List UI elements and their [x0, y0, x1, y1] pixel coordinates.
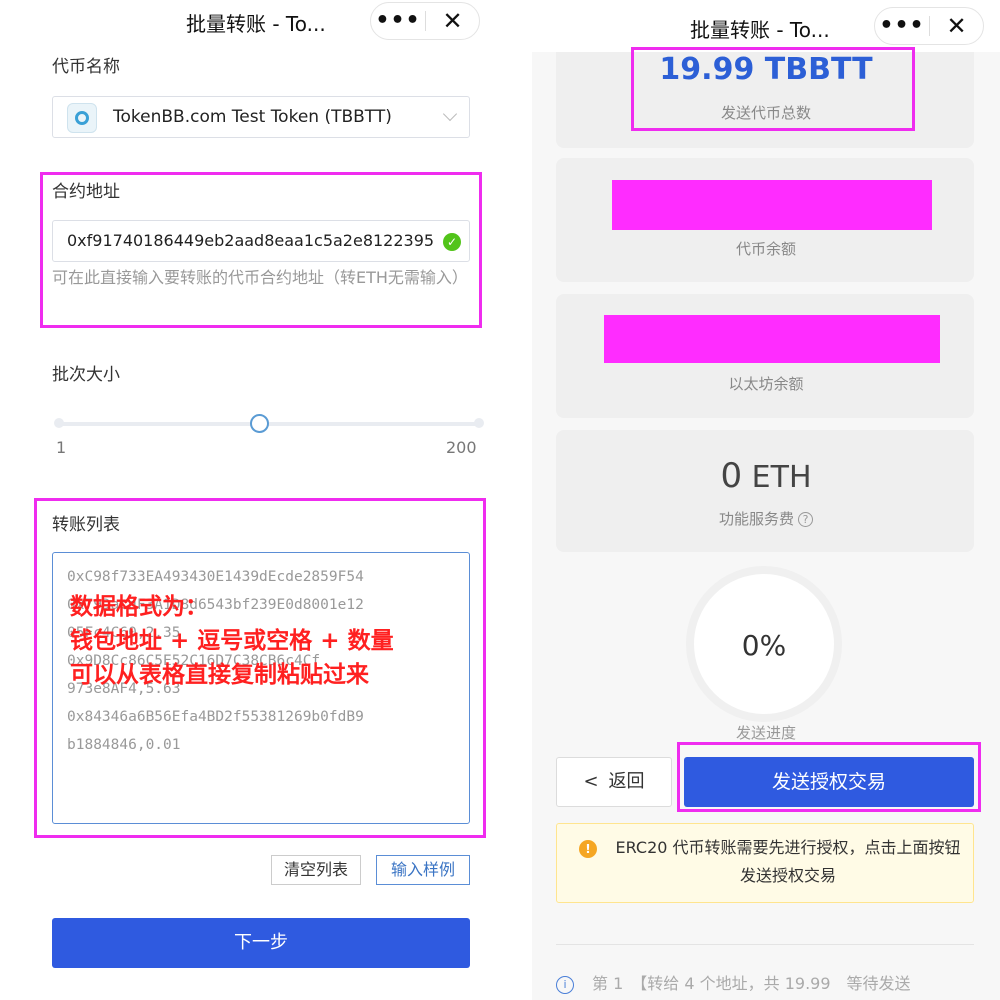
mini-program-capsule: ••• ✕	[370, 2, 480, 40]
token-select[interactable]: TokenBB.com Test Token (TBBTT)	[52, 96, 470, 138]
more-icon[interactable]: •••	[875, 15, 929, 37]
contract-address-input[interactable]: 0xf91740186449eb2aad8eaa1c5a2e8122395 ✓	[52, 220, 470, 262]
token-logo-icon	[67, 103, 97, 133]
warning-alert: ! ERC20 代币转账需要先进行授权，点击上面按钮发送授权交易	[556, 823, 974, 903]
slider-min-label: 1	[56, 438, 67, 457]
back-button[interactable]: < 返回	[556, 757, 672, 807]
eth-balance-label: 以太坊余额	[728, 375, 804, 393]
annotation-line: 数据格式为：	[70, 594, 208, 620]
more-icon[interactable]: •••	[371, 10, 425, 32]
back-button-label: 返回	[608, 771, 645, 792]
redacted-eth-balance	[604, 315, 940, 363]
service-fee-label-row: 功能服务费?	[532, 508, 1000, 529]
transfer-line: 0x84346a6B56Efa4BD2f55381269b0fdB9	[67, 709, 364, 725]
contract-hint: 可在此直接输入要转账的代币合约地址（转ETH无需输入）	[52, 268, 468, 287]
screenshot-root: 批量转账 - To... ••• ✕ 代币名称 TokenBB.com Test…	[0, 0, 1000, 1000]
chevron-left-icon: <	[583, 771, 599, 792]
slider-max-dot	[474, 418, 484, 428]
close-icon[interactable]: ✕	[426, 7, 479, 35]
format-annotation: 数据格式为： 钱包地址 + 逗号或空格 + 数量 可以从表格直接复制粘贴过来	[70, 590, 394, 692]
mini-program-capsule: ••• ✕	[874, 7, 984, 45]
batch-size-slider-handle[interactable]	[250, 414, 269, 433]
progress-ring: 0%	[686, 566, 842, 722]
batch-size-label: 批次大小	[52, 365, 120, 385]
chevron-down-icon	[442, 106, 458, 122]
page-title: 批量转账 - To...	[186, 12, 326, 36]
right-panel: 批量转账 - To... ••• ✕ 19.99 TBBTT 发送代币总数 代币…	[532, 0, 1000, 1000]
progress-label: 发送进度	[735, 724, 796, 742]
input-sample-button[interactable]: 输入样例	[376, 855, 470, 885]
transfer-line: b1884846,0.01	[67, 737, 181, 753]
send-approve-button[interactable]: 发送授权交易	[684, 757, 974, 807]
contract-address-value: 0xf91740186449eb2aad8eaa1c5a2e8122395	[67, 231, 435, 250]
annotation-line: 可以从表格直接复制粘贴过来	[70, 662, 369, 688]
info-icon: i	[556, 976, 574, 994]
annotation-line: 钱包地址 + 逗号或空格 + 数量	[70, 628, 394, 654]
transfer-list-label: 转账列表	[52, 515, 120, 535]
question-icon[interactable]: ?	[798, 512, 813, 527]
slider-min-dot	[54, 418, 64, 428]
batch-status-row: i 第 1 【转给 4 个地址，共 19.99 等待发送	[556, 970, 996, 994]
token-select-value: TokenBB.com Test Token (TBBTT)	[113, 107, 392, 127]
progress-value: 0%	[741, 629, 787, 662]
total-amount-label: 发送代币总数	[720, 104, 811, 122]
next-step-button[interactable]: 下一步	[52, 918, 470, 968]
service-fee-value: 0 ETH	[532, 456, 1000, 496]
slider-max-label: 200	[446, 438, 477, 457]
redacted-token-balance	[612, 180, 932, 230]
token-name-label: 代币名称	[52, 57, 120, 77]
batch-status-text: 第 1 【转给 4 个地址，共 19.99 等待发送	[592, 974, 911, 993]
warning-text: ERC20 代币转账需要先进行授权，点击上面按钮发送授权交易	[615, 838, 961, 885]
transfer-line: 0xC98f733EA493430E1439dEcde2859F54	[67, 569, 364, 585]
divider	[556, 944, 974, 945]
service-fee-number: 0	[720, 456, 743, 496]
right-navbar: 批量转账 - To... ••• ✕	[532, 0, 1000, 52]
close-icon[interactable]: ✕	[930, 12, 983, 40]
token-balance-label: 代币余额	[735, 240, 796, 258]
service-fee-label: 功能服务费	[718, 510, 794, 528]
warning-icon: !	[579, 840, 597, 858]
clear-list-button[interactable]: 清空列表	[271, 855, 361, 885]
total-amount-value: 19.99 TBBTT	[659, 52, 873, 87]
left-panel: 批量转账 - To... ••• ✕ 代币名称 TokenBB.com Test…	[26, 0, 496, 1000]
service-fee-unit: ETH	[751, 460, 812, 495]
contract-label: 合约地址	[52, 182, 120, 202]
left-navbar: 批量转账 - To... ••• ✕	[26, 0, 496, 48]
page-title: 批量转账 - To...	[690, 18, 830, 42]
check-circle-icon: ✓	[443, 233, 461, 251]
